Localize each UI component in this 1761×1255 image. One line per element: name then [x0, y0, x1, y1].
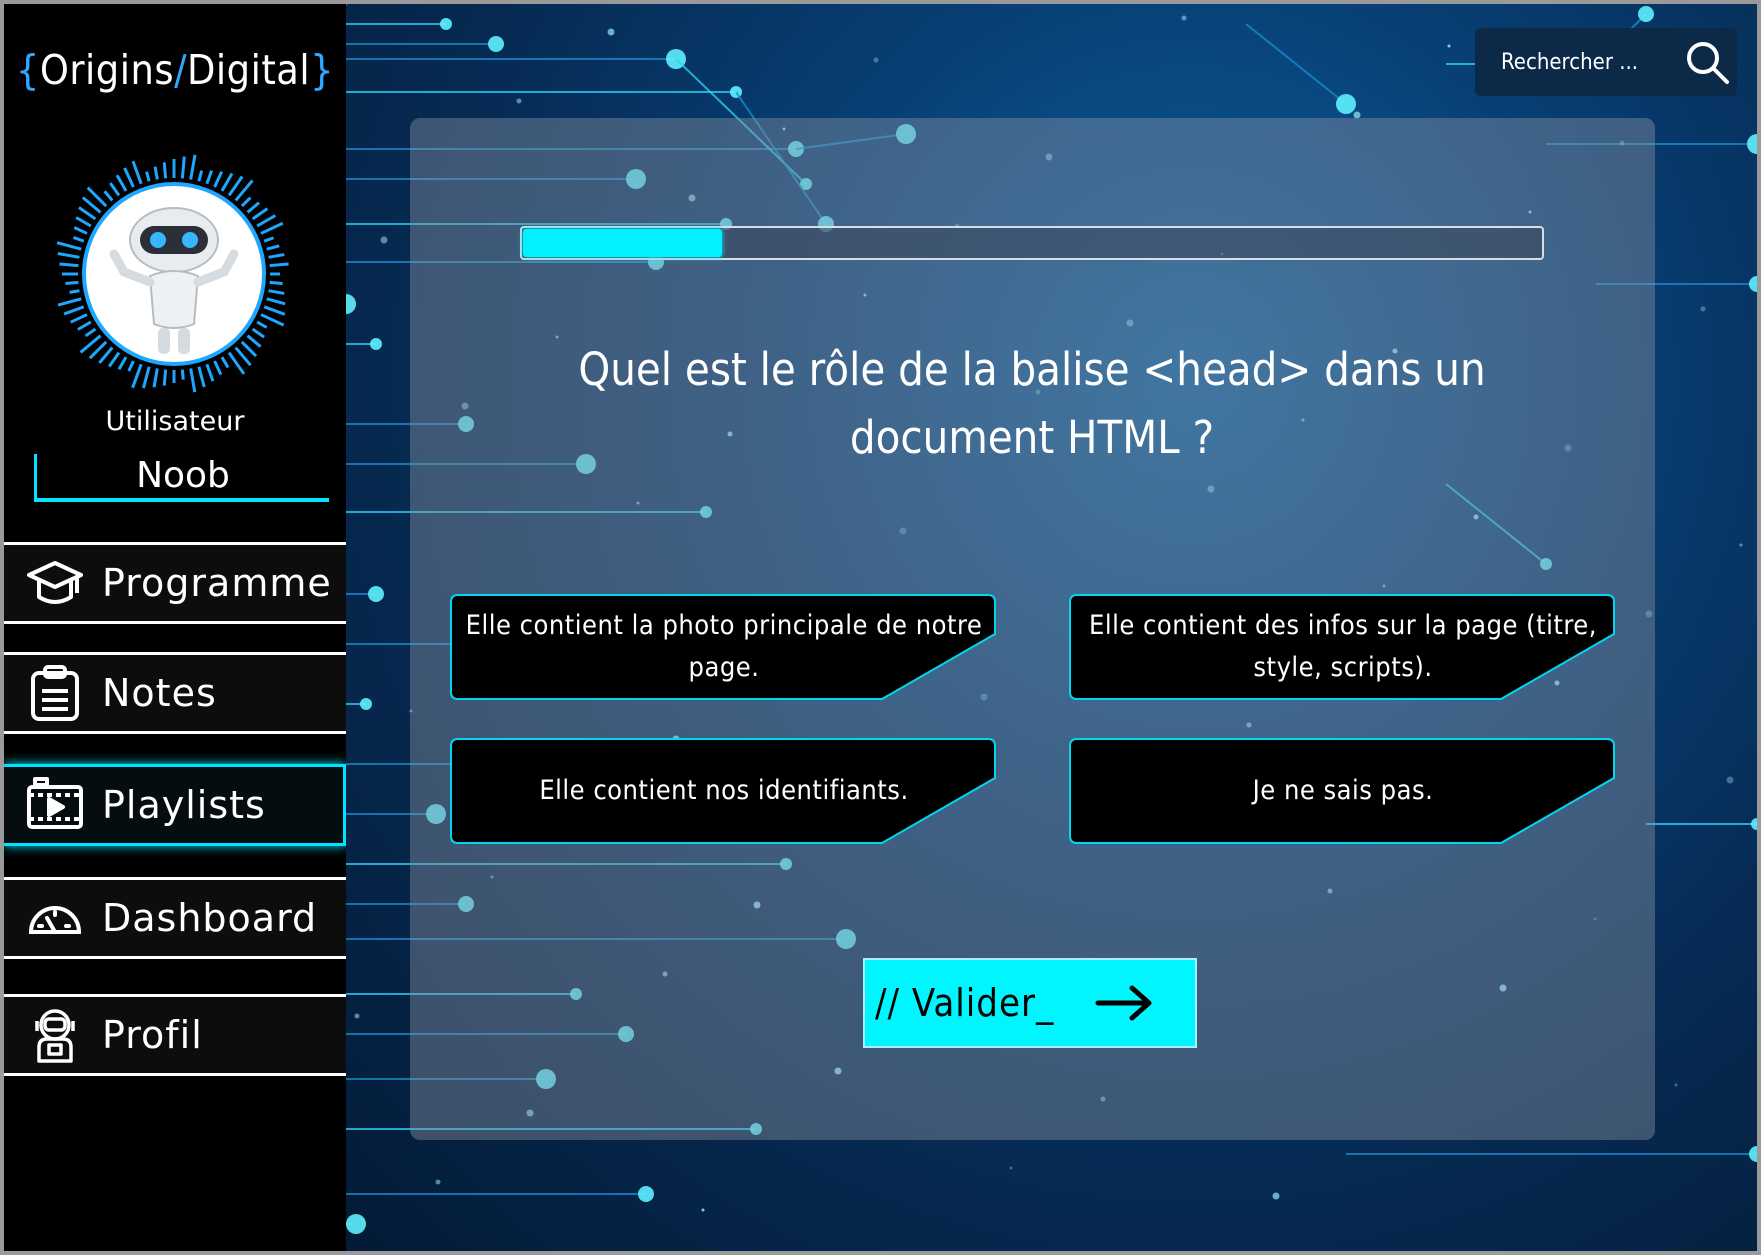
quiz-panel: Quel est le rôle de la balise <head> dan… [410, 118, 1655, 1140]
user-role: Utilisateur [105, 406, 245, 437]
app-logo[interactable]: {Origins/Digital} [4, 46, 346, 94]
sidebar: {Origins/Digital} Utilisateur Noob Progr… [4, 4, 346, 1251]
avatar[interactable] [54, 154, 294, 394]
answer-text: Je ne sais pas. [1252, 775, 1434, 806]
answer-option-2[interactable]: Elle contient des infos sur la page (tit… [1069, 594, 1615, 700]
answer-text: Elle contient la photo principale de not… [465, 610, 983, 683]
validate-label: // Valider_ [875, 981, 1055, 1025]
sidebar-item-label: Programme [102, 561, 332, 605]
username-box: Noob [34, 454, 329, 502]
clipboard-icon [22, 660, 88, 726]
logo-brace-close: } [310, 46, 335, 94]
sidebar-item-label: Profil [102, 1013, 203, 1057]
answer-text: Elle contient nos identifiants. [539, 775, 909, 806]
graduation-cap-icon [22, 550, 88, 616]
quiz-question: Quel est le rôle de la balise <head> dan… [578, 343, 1486, 464]
progress-bar [520, 226, 1544, 260]
sidebar-item-profil[interactable]: Profil [4, 994, 346, 1076]
astronaut-icon [22, 1002, 88, 1068]
sidebar-item-label: Notes [102, 671, 217, 715]
speedometer-icon [22, 885, 88, 951]
username: Noob [136, 455, 230, 496]
search-input[interactable] [1499, 48, 1673, 76]
app-window: {Origins/Digital} Utilisateur Noob Progr… [4, 4, 1757, 1251]
search-icon[interactable] [1683, 38, 1731, 86]
answer-option-3[interactable]: Elle contient nos identifiants. [450, 738, 996, 844]
validate-button[interactable]: // Valider_ [863, 958, 1197, 1048]
sidebar-item-label: Playlists [102, 783, 266, 827]
video-playlist-icon [22, 772, 88, 838]
sidebar-item-label: Dashboard [102, 896, 318, 940]
answer-text: Elle contient des infos sur la page (tit… [1089, 610, 1597, 683]
answer-option-4[interactable]: Je ne sais pas. [1069, 738, 1615, 844]
progress-fill [523, 229, 722, 257]
logo-text-digital: Digital [187, 46, 311, 94]
answer-option-1[interactable]: Elle contient la photo principale de not… [450, 594, 996, 700]
arrow-right-icon [1095, 985, 1152, 1021]
sidebar-item-programme[interactable]: Programme [4, 542, 346, 624]
sidebar-item-playlists[interactable]: Playlists [4, 764, 346, 846]
sidebar-item-notes[interactable]: Notes [4, 652, 346, 734]
logo-text-origins: Origins [39, 46, 175, 94]
search-bar[interactable] [1475, 28, 1737, 96]
logo-slash: / [174, 46, 187, 94]
logo-brace-open: { [15, 46, 40, 94]
sidebar-item-dashboard[interactable]: Dashboard [4, 877, 346, 959]
